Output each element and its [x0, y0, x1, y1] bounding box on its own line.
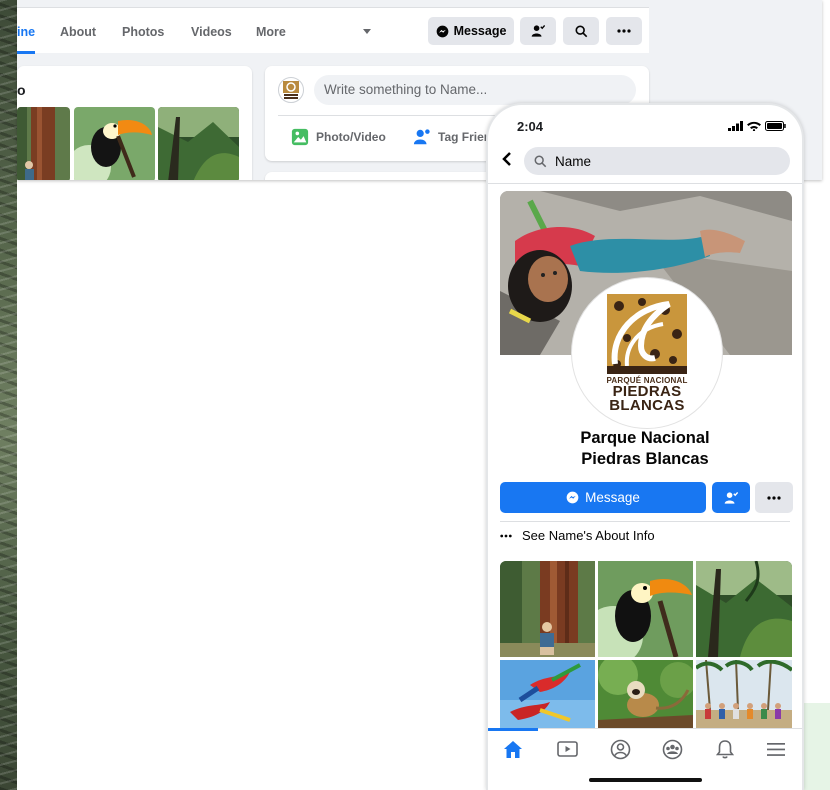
tag-friends-button[interactable]: Tag Frien [413, 128, 491, 146]
phone-more-button[interactable] [755, 482, 793, 513]
follow-button[interactable] [520, 17, 556, 45]
photo-video-button[interactable]: Photo/Video [291, 128, 386, 146]
search-text: Name [555, 153, 592, 169]
grid-photo-sequoia[interactable] [500, 561, 595, 657]
page-avatar [278, 77, 304, 103]
groups-icon[interactable] [660, 737, 684, 761]
composer-input[interactable]: Write something to Name... [314, 75, 636, 105]
ellipsis-icon [767, 495, 781, 500]
phone-follow-button[interactable] [712, 482, 750, 513]
phone-search-bar[interactable]: Name [524, 147, 790, 175]
photos-card: o [17, 66, 252, 180]
search-button[interactable] [563, 17, 599, 45]
photo-thumb-toucan[interactable] [74, 107, 155, 180]
battery-icon [765, 121, 786, 131]
more-options-button[interactable] [606, 17, 642, 45]
photo-video-label: Photo/Video [316, 130, 386, 144]
grid-photo-group-palms[interactable] [696, 660, 792, 728]
add-friend-icon [531, 24, 545, 37]
message-button[interactable]: Message [428, 17, 514, 45]
messenger-icon [566, 491, 579, 504]
message-button-label: Message [453, 24, 507, 38]
video-icon[interactable] [555, 737, 579, 761]
search-icon [574, 24, 587, 37]
ellipsis-icon [500, 534, 512, 537]
tag-friends-icon [413, 129, 430, 145]
status-time: 2:04 [517, 119, 544, 134]
forest-background-strip [0, 0, 17, 790]
photo-thumb-rainforest[interactable] [158, 107, 239, 180]
active-tab-indicator [17, 51, 35, 54]
home-indicator [589, 778, 702, 782]
park-logo-icon [607, 293, 687, 374]
about-info-link[interactable]: See Name's About Info [500, 528, 655, 543]
menu-icon[interactable] [764, 737, 788, 761]
background-green-corner [800, 703, 830, 790]
tab-more[interactable]: More [256, 25, 286, 39]
phone-message-button[interactable]: Message [500, 482, 706, 513]
tab-timeline[interactable]: ine [17, 25, 35, 39]
phone-mockup: 2:04 Name PARQUÉ NACIONAL PIEDRAS BLANCA… [486, 103, 804, 790]
photos-card-title: o [17, 82, 26, 98]
bell-icon[interactable] [713, 737, 737, 761]
grid-photo-rainforest[interactable] [696, 561, 792, 657]
photo-thumb-sequoia[interactable] [17, 107, 70, 180]
more-dropdown-icon[interactable] [363, 29, 371, 34]
about-info-label: See Name's About Info [522, 528, 655, 543]
wifi-icon [747, 121, 761, 131]
phone-header-divider [488, 183, 802, 184]
back-arrow-icon[interactable] [502, 152, 512, 166]
active-tab-indicator [488, 728, 538, 731]
grid-photo-toucan[interactable] [598, 561, 693, 657]
home-icon[interactable] [501, 737, 525, 761]
logo-text-line3: BLANCAS [609, 396, 685, 414]
grid-photo-macaws[interactable] [500, 660, 595, 728]
tab-about[interactable]: About [60, 25, 96, 39]
phone-message-label: Message [585, 490, 640, 505]
signal-icon [728, 121, 743, 131]
messenger-icon [436, 25, 448, 37]
page-title-line2: Piedras Blancas [581, 450, 709, 468]
page-nav-bar: ine About Photos Videos More Message [17, 7, 649, 54]
tab-videos[interactable]: Videos [191, 25, 232, 39]
status-icons [728, 121, 786, 131]
photo-icon [291, 128, 309, 146]
profile-icon[interactable] [608, 737, 632, 761]
add-friend-icon [724, 491, 738, 504]
tag-friends-label: Tag Frien [438, 130, 492, 144]
grid-photo-squirrel-monkey[interactable] [598, 660, 693, 728]
ellipsis-icon [617, 29, 631, 33]
page-title-line1: Parque Nacional [580, 429, 710, 447]
profile-picture[interactable]: PARQUÉ NACIONAL PIEDRAS BLANCAS [571, 277, 723, 429]
tab-photos[interactable]: Photos [122, 25, 164, 39]
bottom-tab-bar [488, 728, 802, 768]
search-icon [534, 155, 547, 167]
profile-divider [500, 521, 790, 522]
